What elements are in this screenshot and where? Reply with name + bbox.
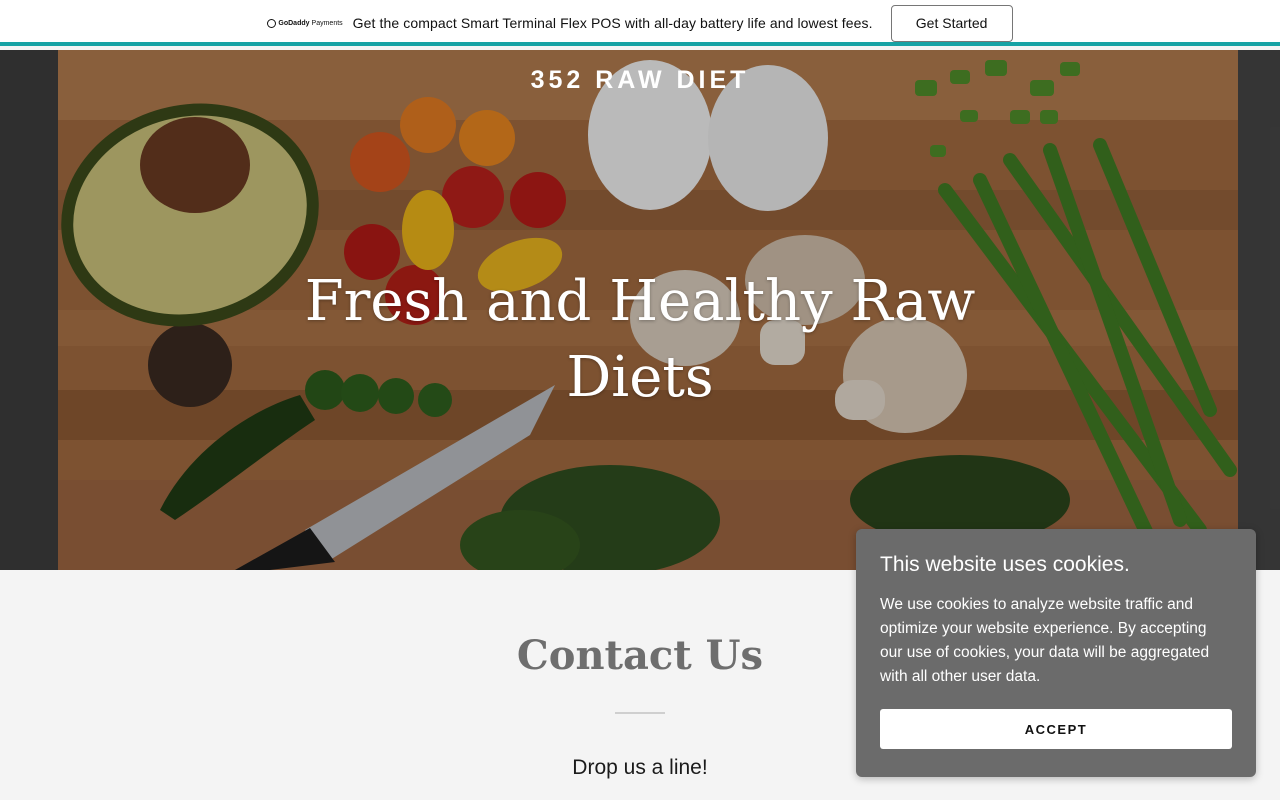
- accept-cookies-button[interactable]: ACCEPT: [880, 709, 1232, 749]
- promo-text: Get the compact Smart Terminal Flex POS …: [352, 15, 873, 31]
- promo-banner: GoDaddy Payments Get the compact Smart T…: [0, 0, 1280, 46]
- hero-section: 352 RAW DIET Fresh and Healthy Raw Diets: [0, 50, 1280, 570]
- godaddy-logo-icon: [267, 18, 277, 28]
- godaddy-payments-logo: GoDaddy Payments: [267, 18, 343, 28]
- cookie-text: We use cookies to analyze website traffi…: [880, 596, 1210, 685]
- cookie-consent-dialog: This website uses cookies. We use cookie…: [856, 529, 1256, 777]
- section-divider: [615, 712, 665, 714]
- get-started-button[interactable]: Get Started: [890, 4, 1013, 42]
- site-title[interactable]: 352 RAW DIET: [0, 66, 1280, 95]
- hero-heading: Fresh and Healthy Raw Diets: [304, 269, 976, 410]
- cookie-title: This website uses cookies.: [880, 553, 1130, 576]
